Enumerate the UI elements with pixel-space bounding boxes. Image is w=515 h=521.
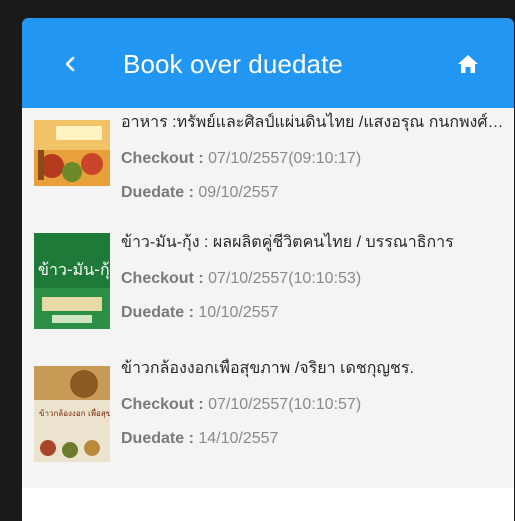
- checkout-row: Checkout : 07/10/2557(09:10:17): [121, 148, 506, 170]
- checkout-row: Checkout : 07/10/2557(10:10:57): [121, 394, 506, 416]
- duedate-row: Duedate : 10/10/2557: [121, 302, 506, 324]
- duedate-row: Duedate : 14/10/2557: [121, 428, 506, 450]
- checkout-value: 07/10/2557(10:10:53): [208, 270, 362, 287]
- duedate-label: Duedate :: [121, 184, 194, 201]
- home-button[interactable]: [450, 46, 486, 82]
- overdue-book-list: อาหาร :ทรัพย์และศิลป์แผ่นดินไทย /แสงอรุณ…: [22, 108, 514, 488]
- book-cover: ข้าวกล้องงอก เพื่อสุขภาพ: [34, 366, 110, 462]
- cover-title: ข้าว-มัน-กุ้ง: [38, 260, 110, 280]
- chevron-left-icon: [65, 56, 75, 72]
- cover-title: ข้าวกล้องงอก เพื่อสุขภาพ: [39, 407, 110, 418]
- duedate-value: 09/10/2557: [198, 184, 279, 201]
- duedate-label: Duedate :: [121, 304, 194, 321]
- book-cover: ข้าว-มัน-กุ้ง: [34, 233, 110, 329]
- book-cover-image: ข้าวกล้องงอก เพื่อสุขภาพ: [34, 366, 110, 462]
- list-item[interactable]: ข้าวกล้องงอก เพื่อสุขภาพ ข้าวกล้องงอกเพื…: [22, 354, 514, 474]
- list-item[interactable]: อาหาร :ทรัพย์และศิลป์แผ่นดินไทย /แสงอรุณ…: [22, 108, 514, 228]
- page-title: Book over duedate: [123, 49, 343, 79]
- duedate-value: 10/10/2557: [198, 304, 279, 321]
- list-item[interactable]: ข้าว-มัน-กุ้ง ข้าว-มัน-กุ้ง : ผลผลิตคู่ช…: [22, 228, 514, 348]
- app-window: Book over duedate อาหาร :ทรัพย์และศิลป์แ…: [22, 18, 514, 521]
- book-title: ข้าว-มัน-กุ้ง : ผลผลิตคู่ชีวิตคนไทย / บร…: [121, 234, 454, 251]
- book-title: ข้าวกล้องงอกเพื่อสุขภาพ /จริยา เดชกุญชร.: [121, 360, 414, 377]
- book-cover: [34, 120, 110, 186]
- back-button[interactable]: [52, 46, 88, 82]
- book-title: อาหาร :ทรัพย์และศิลป์แผ่นดินไทย /แสงอรุณ…: [121, 114, 506, 131]
- checkout-label: Checkout :: [121, 150, 204, 167]
- duedate-label: Duedate :: [121, 430, 194, 447]
- duedate-row: Duedate : 09/10/2557: [121, 182, 506, 204]
- home-icon: [458, 55, 478, 73]
- book-cover-image: ข้าว-มัน-กุ้ง: [34, 233, 110, 329]
- book-cover-image: [34, 120, 110, 186]
- checkout-value: 07/10/2557(10:10:57): [208, 396, 362, 413]
- duedate-value: 14/10/2557: [198, 430, 279, 447]
- checkout-row: Checkout : 07/10/2557(10:10:53): [121, 268, 506, 290]
- checkout-value: 07/10/2557(09:10:17): [208, 150, 362, 167]
- app-header: Book over duedate: [22, 18, 514, 108]
- checkout-label: Checkout :: [121, 396, 204, 413]
- checkout-label: Checkout :: [121, 270, 204, 287]
